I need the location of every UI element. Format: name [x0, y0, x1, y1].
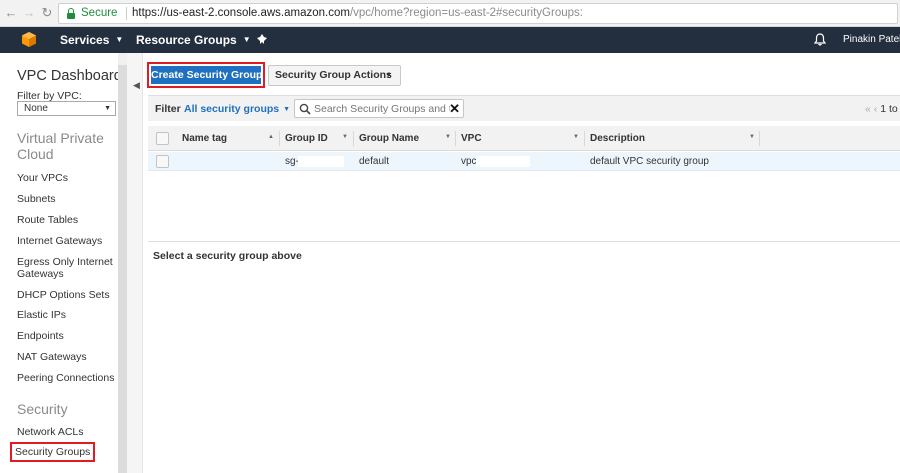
row-checkbox[interactable]: [156, 155, 169, 168]
previous-page-icon[interactable]: ‹: [874, 103, 878, 115]
filter-bar: Filter All security groups▼ ✕ « ‹ 1 to: [148, 95, 900, 121]
sort-icon[interactable]: ▼: [342, 134, 348, 140]
sidebar-item-route-tables[interactable]: Route Tables: [17, 214, 78, 226]
chevron-left-icon[interactable]: ◀: [133, 80, 140, 91]
resource-groups-label: Resource Groups: [136, 33, 237, 47]
cell-group-id[interactable]: sg-: [285, 156, 299, 167]
cell-group-name[interactable]: default: [359, 156, 389, 167]
sidebar-collapse-strip[interactable]: [127, 53, 143, 473]
sidebar-item-egress-only-internet-gateways[interactable]: Egress Only Internet Gateways: [17, 256, 113, 280]
create-security-group-label: Create Security Group: [151, 66, 262, 84]
sidebar-item-internet-gateways[interactable]: Internet Gateways: [17, 235, 102, 247]
sort-icon[interactable]: ▼: [573, 134, 579, 140]
search-icon: [299, 103, 311, 115]
select-all-checkbox[interactable]: [156, 132, 169, 145]
url-divider: [126, 7, 127, 20]
sidebar-title[interactable]: VPC Dashboard: [17, 68, 122, 84]
sidebar-item-network-acls[interactable]: Network ACLs: [17, 426, 84, 438]
arrow-left-icon[interactable]: ←: [4, 6, 18, 20]
column-divider: [759, 131, 760, 146]
column-divider: [353, 131, 354, 146]
url-path: /vpc/home?region=us-east-2#securityGroup…: [349, 7, 583, 19]
secure-label: Secure: [81, 7, 118, 19]
user-menu[interactable]: Pinakin Patel: [843, 34, 900, 45]
create-security-group-button[interactable]: Create Security Group: [147, 62, 265, 88]
url-domain: https://us-east-2.console.aws.amazon.com: [132, 7, 350, 19]
column-header-group-id[interactable]: Group ID: [285, 133, 328, 144]
table-row[interactable]: sg- default vpc- default VPC security gr…: [148, 152, 900, 171]
chevron-down-icon: ▼: [283, 106, 291, 113]
aws-cube-icon[interactable]: [22, 32, 36, 47]
sidebar-item-endpoints[interactable]: Endpoints: [17, 330, 64, 342]
console-header: Services ▼ Resource Groups ▼ Pinakin Patel: [0, 27, 900, 53]
section-security: Security: [17, 401, 68, 417]
column-header-name-tag[interactable]: Name tag: [182, 133, 227, 144]
column-header-group-name[interactable]: Group Name: [359, 133, 419, 144]
filter-selected-value: All security groups: [184, 103, 280, 115]
sidebar-scrollbar-thumb[interactable]: [118, 65, 127, 473]
services-menu[interactable]: Services ▼: [60, 33, 123, 47]
address-bar[interactable]: Secure https://us-east-2.console.aws.ama…: [58, 3, 898, 24]
arrow-right-icon[interactable]: →: [22, 6, 36, 20]
pagination[interactable]: « ‹ 1 to: [865, 103, 898, 115]
search-box[interactable]: ✕: [294, 99, 464, 118]
vpc-filter-select[interactable]: None ▼: [17, 101, 116, 116]
search-input[interactable]: [314, 102, 450, 115]
column-divider: [279, 131, 280, 146]
bell-icon[interactable]: [814, 33, 826, 46]
url-text[interactable]: https://us-east-2.console.aws.amazon.com…: [132, 7, 583, 19]
pagination-range: 1 to: [880, 103, 898, 115]
section-virtual-private-cloud: Virtual Private Cloud: [17, 130, 104, 162]
first-page-icon[interactable]: «: [865, 103, 871, 115]
reload-icon[interactable]: ↻: [40, 6, 54, 20]
sidebar: VPC Dashboard Filter by VPC: None ▼ Virt…: [0, 53, 127, 473]
chevron-down-icon: ▼: [104, 105, 111, 112]
filter-label: Filter: [155, 103, 181, 115]
sidebar-item-peering-connections[interactable]: Peering Connections: [17, 372, 114, 384]
security-group-actions-label: Security Group Actions: [275, 69, 392, 81]
sort-ascending-icon[interactable]: ▲: [268, 134, 274, 140]
lock-icon: [67, 8, 75, 19]
resource-groups-menu[interactable]: Resource Groups ▼: [136, 33, 251, 47]
cell-description[interactable]: default VPC security group: [590, 156, 709, 167]
services-label: Services: [60, 33, 110, 47]
sidebar-item-elastic-ips[interactable]: Elastic IPs: [17, 309, 66, 321]
security-group-filter-select[interactable]: All security groups ▼: [184, 103, 290, 115]
column-header-description[interactable]: Description: [590, 133, 645, 144]
vpc-filter-value: None: [24, 103, 48, 114]
security-group-actions-button[interactable]: Security Group Actions ▼: [268, 65, 401, 86]
sidebar-item-nat-gateways[interactable]: NAT Gateways: [17, 351, 87, 363]
pin-icon[interactable]: [256, 34, 268, 46]
sort-icon[interactable]: ▼: [749, 134, 755, 140]
sidebar-scrollbar-track[interactable]: [118, 53, 127, 65]
clear-search-icon[interactable]: ✕: [449, 101, 460, 116]
column-header-vpc[interactable]: VPC: [461, 133, 482, 144]
column-divider: [455, 131, 456, 146]
sidebar-item-security-groups[interactable]: Security Groups: [10, 442, 96, 462]
sort-icon[interactable]: ▼: [445, 134, 451, 140]
chevron-down-icon: ▼: [385, 72, 392, 79]
sidebar-item-dhcp-options-sets[interactable]: DHCP Options Sets: [17, 289, 110, 301]
redacted-mask: [476, 156, 530, 167]
browser-toolbar: ← → ↻ Secure https://us-east-2.console.a…: [0, 0, 900, 27]
table-header: Name tag ▲ Group ID ▼ Group Name ▼ VPC ▼…: [148, 126, 900, 151]
column-divider: [584, 131, 585, 146]
sidebar-item-subnets[interactable]: Subnets: [17, 193, 56, 205]
chevron-down-icon: ▼: [242, 35, 251, 44]
sidebar-item-your-vpcs[interactable]: Your VPCs: [17, 172, 68, 184]
detail-pane-divider[interactable]: [148, 241, 900, 242]
redacted-mask: [298, 156, 344, 167]
detail-empty-message: Select a security group above: [153, 250, 302, 262]
chevron-down-icon: ▼: [115, 35, 124, 44]
